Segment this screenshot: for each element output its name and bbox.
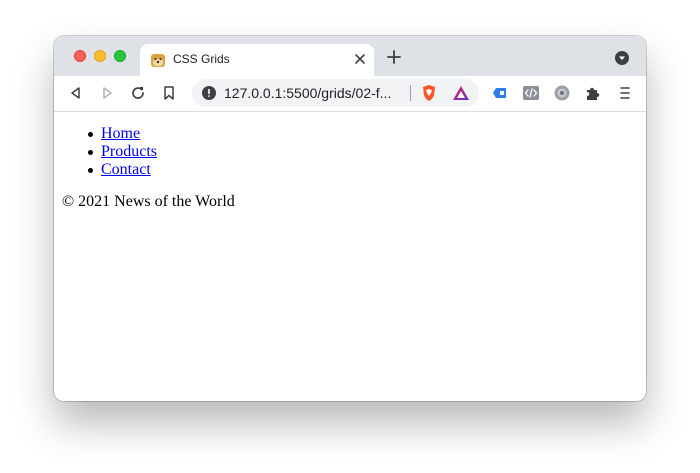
new-tab-icon[interactable] [386, 49, 402, 65]
maximize-window-button[interactable] [114, 50, 126, 62]
nav-link-contact[interactable]: Contact [101, 161, 151, 178]
bullet [88, 132, 93, 137]
tab-strip: CSS Grids [54, 36, 646, 76]
tab-css-grids[interactable]: CSS Grids [140, 44, 374, 76]
tab-title: CSS Grids [173, 52, 230, 66]
bookmark-icon[interactable] [161, 85, 177, 101]
brave-shields-icon[interactable] [420, 84, 438, 102]
address-divider [410, 85, 411, 101]
puzzle-icon[interactable] [584, 84, 602, 102]
tab-search-icon[interactable] [615, 51, 629, 65]
list-item: Contact [88, 161, 157, 179]
extension-3-icon[interactable] [553, 84, 571, 102]
nav-link-home[interactable]: Home [101, 125, 140, 142]
nav-link-products[interactable]: Products [101, 143, 157, 160]
menu-icon[interactable] [616, 84, 634, 102]
browser-toolbar: 127.0.0.1:5500/grids/02-f... [54, 76, 646, 112]
doge-favicon-icon [151, 54, 165, 67]
extension-2-icon[interactable] [522, 84, 540, 102]
extension-1-icon[interactable] [492, 84, 510, 102]
close-tab-icon[interactable] [352, 51, 368, 67]
page-content: Home Products Contact © 2021 News of the… [54, 112, 646, 401]
list-item: Home [88, 125, 157, 143]
info-icon[interactable] [202, 86, 216, 100]
url-text: 127.0.0.1:5500/grids/02-f... [224, 85, 392, 101]
bullet [88, 150, 93, 155]
nav-list: Home Products Contact [88, 125, 157, 179]
forward-icon[interactable] [99, 85, 115, 101]
bullet [88, 168, 93, 173]
back-icon[interactable] [68, 85, 84, 101]
list-item: Products [88, 143, 157, 161]
address-bar[interactable]: 127.0.0.1:5500/grids/02-f... [192, 79, 479, 107]
close-window-button[interactable] [74, 50, 86, 62]
minimize-window-button[interactable] [94, 50, 106, 62]
browser-window: CSS Grids 127.0.0.1:5500/grids/02-f... H… [54, 36, 646, 401]
reload-icon[interactable] [130, 85, 146, 101]
brave-rewards-icon[interactable] [452, 85, 470, 101]
page-footer: © 2021 News of the World [62, 193, 235, 210]
